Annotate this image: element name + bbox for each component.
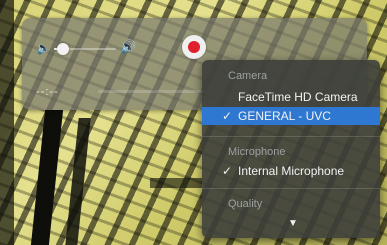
camera-preview: 🔈 🔊 --:-- Camera FaceTime HD Camera ✓ GE… [0, 0, 387, 245]
separator [202, 188, 380, 189]
record-button[interactable] [182, 35, 206, 59]
microphone-header: Microphone [228, 146, 286, 158]
camera-header: Camera [228, 70, 268, 82]
file-size-bar [98, 90, 208, 93]
quality-header: Quality [228, 198, 263, 210]
options-menu: Camera FaceTime HD Camera ✓ GENERAL - UV… [202, 60, 380, 238]
scroll-down-icon[interactable]: ▼ [288, 218, 298, 229]
menu-item-general-uvc[interactable]: ✓ GENERAL - UVC [202, 107, 380, 125]
preview-bar [65, 118, 91, 245]
record-icon [188, 41, 200, 53]
menu-item-label: Internal Microphone [238, 164, 345, 178]
menu-item-label: FaceTime HD Camera [238, 90, 358, 104]
menu-item-internal-microphone[interactable]: ✓ Internal Microphone [202, 162, 380, 180]
volume-slider[interactable] [54, 43, 116, 55]
volume-knob[interactable] [57, 43, 70, 55]
preview-bar [0, 0, 14, 245]
preview-bar [30, 110, 64, 245]
elapsed-time: --:-- [36, 86, 59, 98]
separator [202, 136, 380, 137]
checkmark: ✓ [222, 109, 233, 123]
speaker-low-icon: 🔈 [36, 41, 51, 55]
checkmark: ✓ [222, 164, 233, 178]
menu-item-facetime-camera[interactable]: FaceTime HD Camera [202, 88, 380, 106]
speaker-high-icon: 🔊 [120, 39, 137, 54]
menu-item-label: GENERAL - UVC [238, 109, 331, 123]
preview-bar [150, 178, 202, 188]
